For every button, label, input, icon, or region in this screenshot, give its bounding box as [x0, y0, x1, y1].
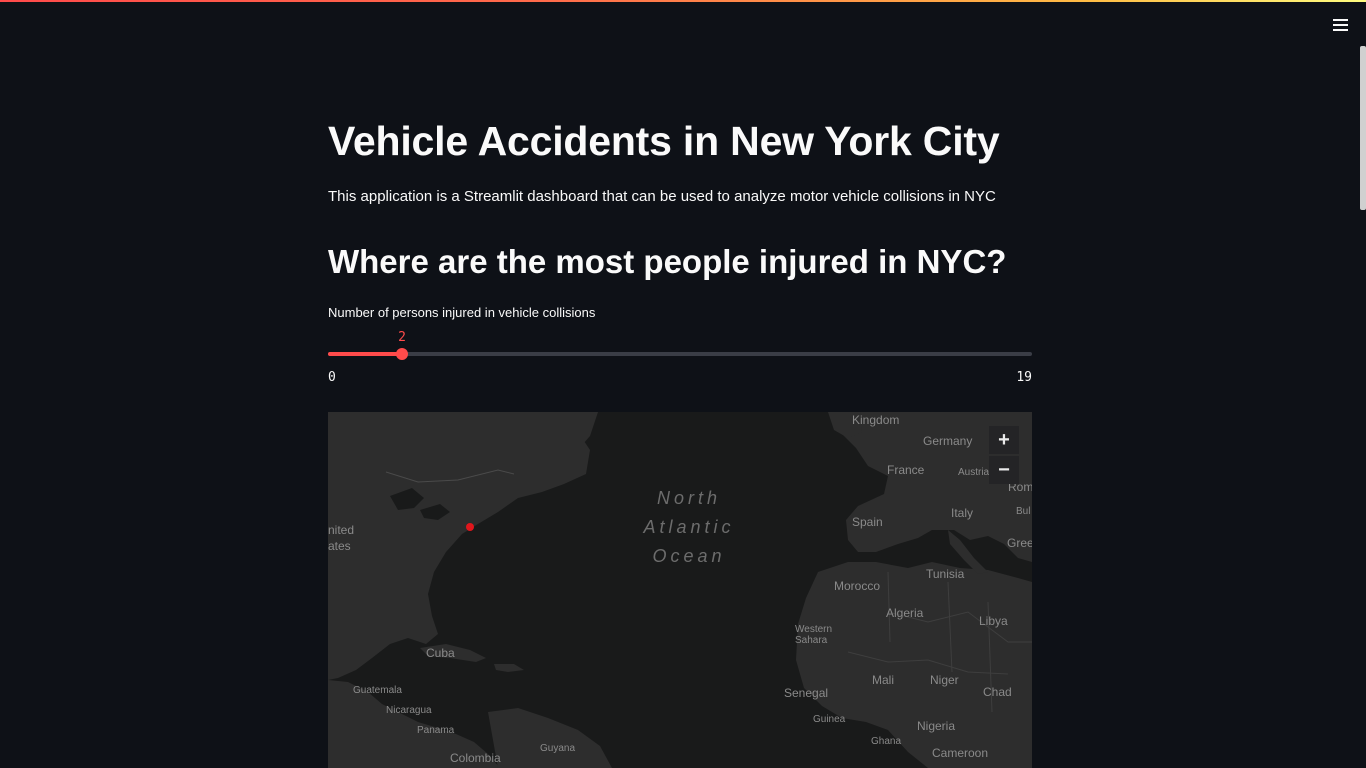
- map-label: Kingdom: [852, 413, 900, 427]
- map-label-line: nited: [328, 523, 355, 537]
- map-label: Guinea: [813, 714, 846, 725]
- ocean-label-line: Ocean: [652, 546, 726, 566]
- map-label: Austria: [958, 467, 990, 478]
- map-zoom-controls: + −: [989, 426, 1019, 484]
- map-label: Germany: [923, 434, 973, 448]
- slider-label: Number of persons injured in vehicle col…: [328, 305, 596, 320]
- section-header: Where are the most people injured in NYC…: [328, 243, 1007, 280]
- map-label: Bul: [1016, 506, 1031, 517]
- map-label: Algeria: [886, 606, 924, 620]
- map-label: Cameroon: [932, 746, 989, 760]
- ocean-label-line: North: [656, 488, 721, 508]
- map-label: Senegal: [784, 686, 829, 700]
- hamburger-menu-icon[interactable]: [1328, 14, 1352, 36]
- slider-thumb[interactable]: [396, 348, 408, 360]
- map-label: Cuba: [426, 646, 455, 660]
- map-label: Guyana: [540, 743, 576, 754]
- map-label: Morocco: [834, 579, 881, 593]
- map-label: Nigeria: [917, 719, 956, 733]
- map-label: Niger: [930, 673, 959, 687]
- map-label-line: Sahara: [795, 635, 828, 646]
- injured-slider[interactable]: 2 0 19: [328, 330, 1032, 390]
- map-label-line: ates: [328, 539, 351, 553]
- ocean-label-line: Atlantic: [643, 517, 735, 537]
- map-label: France: [887, 463, 925, 477]
- map-label: Gree: [1007, 536, 1032, 550]
- map-label: Ghana: [871, 736, 902, 747]
- page-scrollbar[interactable]: [1360, 46, 1366, 210]
- slider-fill: [328, 352, 402, 356]
- map-label: Spain: [852, 515, 883, 529]
- map-label: Colombia: [450, 751, 501, 765]
- map-label: Chad: [983, 685, 1012, 699]
- map-label: Libya: [979, 614, 1008, 628]
- zoom-in-button[interactable]: +: [989, 426, 1019, 454]
- ocean-label: North Atlantic Ocean: [634, 484, 744, 571]
- map-label: Tunisia: [926, 567, 965, 581]
- map-label: Italy: [951, 506, 974, 520]
- map-label: Western Sahara: [795, 624, 832, 646]
- map-label: Mali: [872, 673, 895, 687]
- slider-max-value: 19: [1016, 370, 1032, 385]
- slider-min-value: 0: [328, 370, 336, 385]
- page-description: This application is a Streamlit dashboar…: [328, 188, 996, 205]
- map-label: nited ates: [328, 522, 354, 554]
- map-label: Guatemala: [353, 685, 402, 696]
- map-label: Nicaragua: [386, 705, 432, 716]
- map-label-line: Western: [795, 624, 833, 635]
- map-view[interactable]: North Atlantic Ocean Kingdom Germany Fra…: [328, 412, 1032, 768]
- map-label: Panama: [417, 725, 455, 736]
- map-landmass: [328, 412, 1032, 768]
- slider-current-value: 2: [398, 330, 406, 345]
- page-title: Vehicle Accidents in New York City: [328, 118, 1000, 164]
- nyc-injury-marker[interactable]: [466, 523, 474, 531]
- top-decoration-bar: [0, 0, 1366, 2]
- zoom-out-button[interactable]: −: [989, 456, 1019, 484]
- slider-track[interactable]: [328, 352, 1032, 356]
